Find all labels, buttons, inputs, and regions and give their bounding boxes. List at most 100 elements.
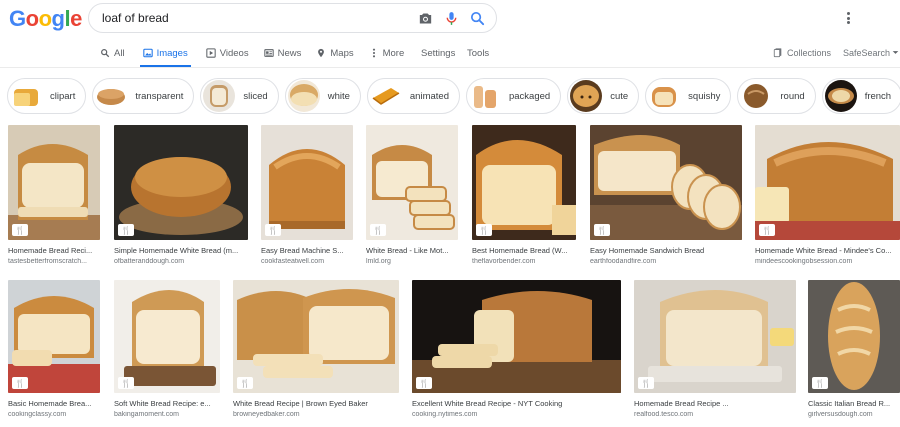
chip-clipart[interactable]: clipart xyxy=(7,78,87,114)
result-title: Basic Homemade Brea... xyxy=(8,399,92,408)
image-result[interactable]: 🍴 Excellent White Bread Recipe - NYT Coo… xyxy=(412,280,621,418)
suggestion-chips: clipart transparent sliced white animate… xyxy=(7,78,900,114)
result-title: Soft White Bread Recipe: e... xyxy=(114,399,211,408)
result-title: Easy Bread Machine S... xyxy=(261,246,344,255)
result-title: Homemade White Bread - Mindee's Co... xyxy=(755,246,892,255)
result-source: realfood.tesco.com xyxy=(634,411,694,418)
tab-images[interactable]: Images xyxy=(139,41,191,67)
header-divider xyxy=(0,67,900,68)
image-result[interactable]: 🍴 Simple Homemade White Bread (m... ofba… xyxy=(114,125,248,265)
logo-letter: o xyxy=(38,6,52,31)
image-result[interactable]: 🍴 Homemade White Bread - Mindee's Co... … xyxy=(755,125,900,265)
result-source: browneyedbaker.com xyxy=(233,411,300,418)
chip-thumbnail xyxy=(648,80,681,112)
result-image: 🍴 xyxy=(590,125,742,240)
result-image: 🍴 xyxy=(366,125,458,240)
chip-thumbnail xyxy=(824,80,857,112)
result-source: cookfasteatwell.com xyxy=(261,258,325,265)
recipe-utensils-icon: 🍴 xyxy=(12,377,28,389)
chip-sliced[interactable]: sliced xyxy=(200,78,279,114)
image-icon xyxy=(142,48,153,58)
recipe-utensils-icon: 🍴 xyxy=(118,224,134,236)
chip-transparent[interactable]: transparent xyxy=(92,78,195,114)
result-source: mindeescookingobsession.com xyxy=(755,258,853,265)
search-icon[interactable] xyxy=(469,10,486,27)
chip-label: round xyxy=(780,90,805,102)
tab-label: Videos xyxy=(219,47,249,59)
image-result[interactable]: 🍴 Classic Italian Bread R... girlversusd… xyxy=(808,280,900,418)
recipe-utensils-icon: 🍴 xyxy=(265,224,281,236)
image-result[interactable]: 🍴 Homemade Bread Recipe ... realfood.tes… xyxy=(634,280,796,418)
chip-thumbnail xyxy=(369,80,402,112)
chip-white[interactable]: white xyxy=(284,78,361,114)
recipe-utensils-icon: 🍴 xyxy=(594,224,610,236)
chip-label: transparent xyxy=(135,90,184,102)
image-result[interactable]: 🍴 Easy Bread Machine S... cookfasteatwel… xyxy=(261,125,353,265)
chip-thumbnail xyxy=(468,80,501,112)
tab-all[interactable]: All xyxy=(100,41,125,65)
safesearch-button[interactable]: SafeSearch xyxy=(843,48,899,58)
result-source: cooking.nytimes.com xyxy=(412,411,478,418)
result-image: 🍴 xyxy=(8,125,100,240)
chip-squishy[interactable]: squishy xyxy=(645,78,732,114)
chip-label: white xyxy=(327,90,350,102)
tab-news[interactable]: News xyxy=(263,41,302,65)
chip-cute[interactable]: cute xyxy=(567,78,640,114)
tab-label: More xyxy=(382,47,405,59)
image-result[interactable]: 🍴 Soft White Bread Recipe: e... bakingam… xyxy=(114,280,220,418)
chip-label: animated xyxy=(409,90,449,102)
settings-link[interactable]: Settings xyxy=(421,41,455,65)
more-options-icon[interactable] xyxy=(842,10,854,26)
search-input[interactable] xyxy=(102,11,402,25)
collections-label: Collections xyxy=(787,48,832,58)
chip-thumbnail xyxy=(10,80,42,112)
chip-thumbnail xyxy=(95,80,128,112)
image-result[interactable]: 🍴 Easy Homemade Sandwich Bread earthfood… xyxy=(590,125,742,265)
chip-thumbnail xyxy=(740,80,773,112)
tab-label: News xyxy=(277,47,302,59)
image-result[interactable]: 🍴 Best Homemade Bread (W... theflavorben… xyxy=(472,125,576,265)
image-result[interactable]: 🍴 White Bread - Like Mot... lmld.org xyxy=(366,125,458,265)
tab-more[interactable]: More xyxy=(369,41,405,65)
news-icon xyxy=(263,48,274,58)
chip-packaged[interactable]: packaged xyxy=(465,78,562,114)
map-pin-icon xyxy=(316,48,326,58)
result-source: lmld.org xyxy=(366,258,391,265)
tab-maps[interactable]: Maps xyxy=(316,41,354,65)
chip-round[interactable]: round xyxy=(737,78,816,114)
result-source: tastesbetterfromscratch... xyxy=(8,258,87,265)
result-title: Homemade Bread Reci... xyxy=(8,246,93,255)
recipe-utensils-icon: 🍴 xyxy=(12,224,28,236)
logo-letter: g xyxy=(51,6,65,31)
google-logo[interactable]: Google xyxy=(9,6,82,32)
chip-thumbnail xyxy=(203,80,236,112)
result-title: Excellent White Bread Recipe - NYT Cooki… xyxy=(412,399,563,408)
image-result[interactable]: 🍴 White Bread Recipe | Brown Eyed Baker … xyxy=(233,280,399,418)
camera-icon[interactable] xyxy=(417,10,434,27)
image-result[interactable]: 🍴 Basic Homemade Brea... cookingclassy.c… xyxy=(8,280,100,418)
tools-link[interactable]: Tools xyxy=(467,41,489,65)
collections-button[interactable]: Collections xyxy=(773,47,831,60)
microphone-icon[interactable] xyxy=(443,10,460,27)
recipe-utensils-icon: 🍴 xyxy=(416,377,432,389)
image-result[interactable]: 🍴 Homemade Bread Reci... tastesbetterfro… xyxy=(8,125,100,265)
play-icon xyxy=(206,48,216,58)
logo-letter: o xyxy=(25,6,39,31)
result-source: theflavorbender.com xyxy=(472,258,536,265)
result-image: 🍴 xyxy=(114,125,248,240)
tab-label: Maps xyxy=(330,47,354,59)
search-box xyxy=(88,3,497,33)
tab-videos[interactable]: Videos xyxy=(206,41,249,65)
chip-french[interactable]: french xyxy=(821,78,900,114)
recipe-utensils-icon: 🍴 xyxy=(237,377,253,389)
chip-label: clipart xyxy=(50,90,76,102)
result-image: 🍴 xyxy=(261,125,353,240)
result-source: earthfoodandfire.com xyxy=(590,258,657,265)
logo-letter: e xyxy=(70,6,82,31)
chip-animated[interactable]: animated xyxy=(366,78,460,114)
result-title: Simple Homemade White Bread (m... xyxy=(114,246,239,255)
chip-label: sliced xyxy=(243,90,268,102)
chip-thumbnail xyxy=(287,80,320,112)
chip-label: packaged xyxy=(508,90,551,102)
chip-label: cute xyxy=(610,90,629,102)
